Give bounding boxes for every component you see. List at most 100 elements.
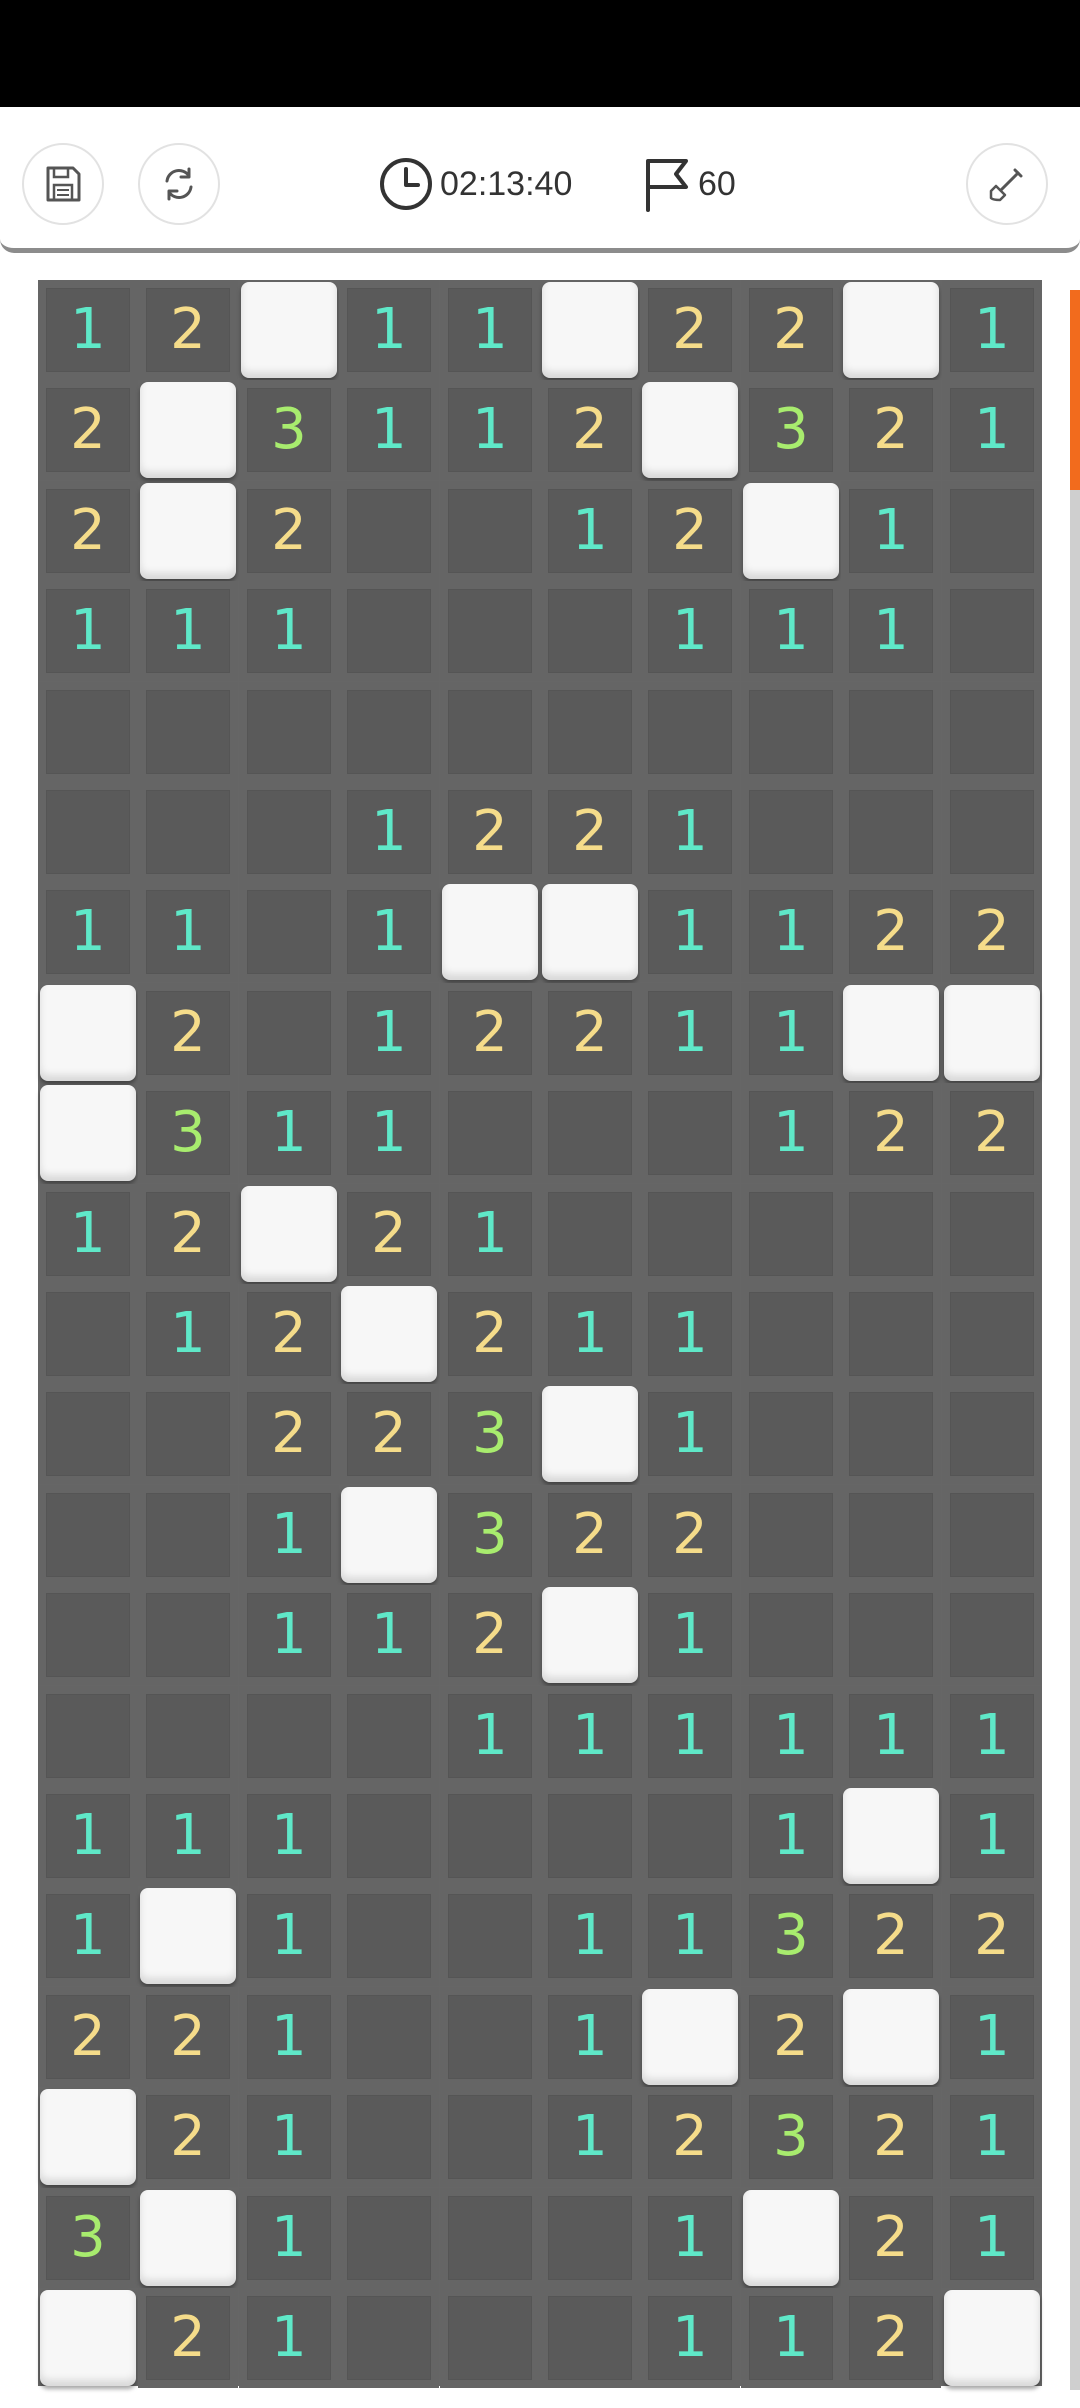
number-cell[interactable]: 1 — [239, 1485, 339, 1585]
number-cell[interactable]: 1 — [339, 882, 439, 982]
empty-cell[interactable] — [38, 1485, 138, 1585]
number-cell[interactable]: 2 — [138, 1184, 238, 1284]
empty-cell[interactable] — [440, 2288, 540, 2388]
number-cell[interactable]: 2 — [38, 1987, 138, 2087]
number-cell[interactable]: 1 — [138, 882, 238, 982]
number-cell[interactable]: 2 — [138, 280, 238, 380]
number-cell[interactable]: 2 — [339, 1384, 439, 1484]
empty-cell[interactable] — [841, 1384, 941, 1484]
empty-cell[interactable] — [138, 1585, 238, 1685]
empty-cell[interactable] — [540, 2188, 640, 2288]
hidden-cell[interactable] — [642, 1989, 738, 2085]
number-cell[interactable]: 1 — [540, 1284, 640, 1384]
empty-cell[interactable] — [339, 1886, 439, 1986]
number-cell[interactable]: 1 — [640, 1384, 740, 1484]
hidden-cell[interactable] — [40, 2089, 136, 2185]
number-cell[interactable]: 2 — [440, 1585, 540, 1685]
empty-cell[interactable] — [741, 1485, 841, 1585]
hidden-cell[interactable] — [442, 884, 538, 980]
empty-cell[interactable] — [440, 682, 540, 782]
number-cell[interactable]: 2 — [440, 1284, 540, 1384]
empty-cell[interactable] — [38, 1585, 138, 1685]
empty-cell[interactable] — [942, 1184, 1042, 1284]
empty-cell[interactable] — [339, 2087, 439, 2187]
number-cell[interactable]: 3 — [440, 1485, 540, 1585]
number-cell[interactable]: 1 — [942, 1786, 1042, 1886]
number-cell[interactable]: 1 — [841, 1686, 941, 1786]
number-cell[interactable]: 1 — [440, 380, 540, 480]
number-cell[interactable]: 1 — [741, 983, 841, 1083]
number-cell[interactable]: 1 — [440, 1184, 540, 1284]
number-cell[interactable]: 2 — [841, 2188, 941, 2288]
empty-cell[interactable] — [841, 1585, 941, 1685]
empty-cell[interactable] — [440, 1987, 540, 2087]
empty-cell[interactable] — [138, 1384, 238, 1484]
empty-cell[interactable] — [339, 481, 439, 581]
empty-cell[interactable] — [339, 682, 439, 782]
hidden-cell[interactable] — [642, 382, 738, 478]
empty-cell[interactable] — [138, 782, 238, 882]
number-cell[interactable]: 1 — [741, 1686, 841, 1786]
empty-cell[interactable] — [440, 481, 540, 581]
hidden-cell[interactable] — [140, 1888, 236, 1984]
empty-cell[interactable] — [239, 1686, 339, 1786]
number-cell[interactable]: 2 — [339, 1184, 439, 1284]
number-cell[interactable]: 1 — [640, 581, 740, 681]
empty-cell[interactable] — [741, 682, 841, 782]
hidden-cell[interactable] — [743, 483, 839, 579]
empty-cell[interactable] — [640, 1083, 740, 1183]
empty-cell[interactable] — [741, 1184, 841, 1284]
empty-cell[interactable] — [239, 882, 339, 982]
number-cell[interactable]: 1 — [339, 1083, 439, 1183]
empty-cell[interactable] — [942, 581, 1042, 681]
number-cell[interactable]: 1 — [841, 581, 941, 681]
number-cell[interactable]: 2 — [540, 380, 640, 480]
number-cell[interactable]: 2 — [741, 280, 841, 380]
number-cell[interactable]: 1 — [942, 380, 1042, 480]
number-cell[interactable]: 1 — [239, 2087, 339, 2187]
number-cell[interactable]: 2 — [841, 1083, 941, 1183]
empty-cell[interactable] — [339, 2288, 439, 2388]
restart-button[interactable] — [138, 143, 220, 225]
number-cell[interactable]: 2 — [38, 380, 138, 480]
number-cell[interactable]: 2 — [942, 1886, 1042, 1986]
number-cell[interactable]: 1 — [138, 1284, 238, 1384]
number-cell[interactable]: 2 — [540, 983, 640, 1083]
number-cell[interactable]: 2 — [239, 1384, 339, 1484]
number-cell[interactable]: 1 — [138, 581, 238, 681]
number-cell[interactable]: 1 — [741, 1083, 841, 1183]
number-cell[interactable]: 1 — [942, 2087, 1042, 2187]
empty-cell[interactable] — [640, 1184, 740, 1284]
number-cell[interactable]: 2 — [942, 882, 1042, 982]
hidden-cell[interactable] — [140, 2190, 236, 2286]
number-cell[interactable]: 2 — [138, 983, 238, 1083]
hidden-cell[interactable] — [542, 1587, 638, 1683]
empty-cell[interactable] — [239, 682, 339, 782]
empty-cell[interactable] — [339, 581, 439, 681]
save-button[interactable] — [22, 143, 104, 225]
number-cell[interactable]: 1 — [640, 782, 740, 882]
hidden-cell[interactable] — [542, 884, 638, 980]
empty-cell[interactable] — [942, 1585, 1042, 1685]
empty-cell[interactable] — [38, 682, 138, 782]
number-cell[interactable]: 2 — [841, 2087, 941, 2187]
empty-cell[interactable] — [841, 782, 941, 882]
number-cell[interactable]: 1 — [640, 1284, 740, 1384]
hidden-cell[interactable] — [40, 1085, 136, 1181]
number-cell[interactable]: 3 — [138, 1083, 238, 1183]
empty-cell[interactable] — [841, 1284, 941, 1384]
number-cell[interactable]: 1 — [942, 280, 1042, 380]
number-cell[interactable]: 1 — [640, 1886, 740, 1986]
empty-cell[interactable] — [440, 581, 540, 681]
empty-cell[interactable] — [540, 682, 640, 782]
empty-cell[interactable] — [741, 1384, 841, 1484]
number-cell[interactable]: 1 — [440, 1686, 540, 1786]
number-cell[interactable]: 2 — [841, 882, 941, 982]
empty-cell[interactable] — [239, 782, 339, 882]
empty-cell[interactable] — [741, 1284, 841, 1384]
number-cell[interactable]: 1 — [339, 1585, 439, 1685]
number-cell[interactable]: 2 — [440, 782, 540, 882]
empty-cell[interactable] — [138, 1485, 238, 1585]
number-cell[interactable]: 2 — [38, 481, 138, 581]
number-cell[interactable]: 1 — [239, 1585, 339, 1685]
